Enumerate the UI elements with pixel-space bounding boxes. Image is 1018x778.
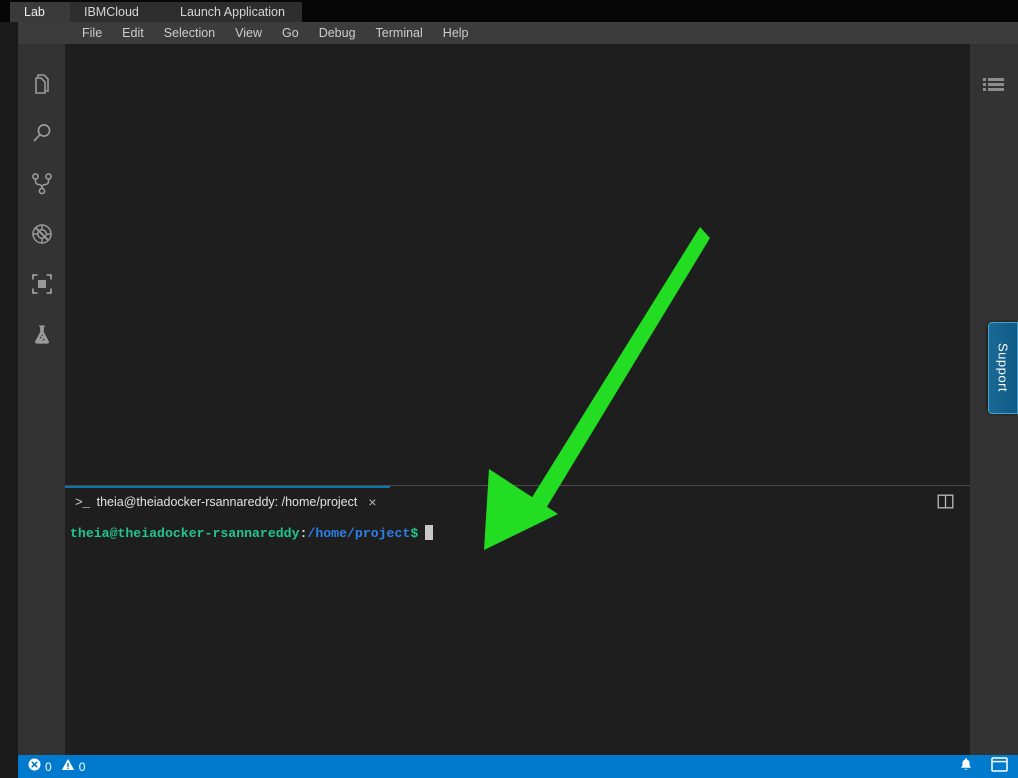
browser-tab-launch-application[interactable]: Launch Application [166,2,302,22]
menubar: File Edit Selection View Go Debug Termin… [18,22,1018,44]
sidebar-item-tests[interactable] [18,309,65,359]
files-explorer-icon [29,71,55,97]
split-terminal-button[interactable] [934,494,956,514]
support-tab-label: Support [995,343,1011,393]
beaker-test-icon [29,321,55,347]
terminal-prompt-icon: >_ [75,494,90,510]
status-problems[interactable]: 0 0 [28,758,85,776]
app-window: Lab IBMCloud Launch Application File Edi… [0,0,1018,778]
warning-count: 0 [78,759,86,774]
window-left-gutter [0,22,18,778]
outline-view-button[interactable] [980,74,1008,102]
menu-terminal[interactable]: Terminal [366,22,433,44]
terminal-output[interactable]: theia@theiadocker-rsannareddy:/home/proj… [65,516,970,756]
toggle-panel-icon[interactable] [991,756,1008,777]
sidebar-item-explorer[interactable] [18,59,65,109]
terminal-tab[interactable]: >_ theia@theiadocker-rsannareddy: /home/… [69,490,383,514]
browser-tab-label: IBMCloud [84,5,139,19]
terminal-tab-row: >_ theia@theiadocker-rsannareddy: /home/… [65,488,970,516]
browser-tab-label: Launch Application [180,5,285,19]
browser-tab-label: Lab [24,5,45,19]
menu-view[interactable]: View [225,22,272,44]
menubar-items: File Edit Selection View Go Debug Termin… [72,22,479,44]
tabstrip-left-gutter [0,0,10,22]
sidebar-item-search[interactable] [18,109,65,159]
terminal-tab-title: theia@theiadocker-rsannareddy: /home/pro… [96,495,358,509]
menu-debug[interactable]: Debug [309,22,366,44]
terminal-cursor [425,525,434,540]
menu-help[interactable]: Help [433,22,479,44]
terminal-panel: >_ theia@theiadocker-rsannareddy: /home/… [65,485,970,755]
support-tab-button[interactable]: Support [988,322,1018,414]
browser-tab-ibmcloud[interactable]: IBMCloud [70,2,166,22]
split-terminal-icon [937,494,954,514]
editor-area[interactable] [65,44,970,485]
notifications-bell-icon[interactable] [959,757,973,777]
extensions-icon [29,271,55,297]
menu-selection[interactable]: Selection [154,22,225,44]
status-bar: 0 0 [18,755,1018,778]
browser-tabstrip: Lab IBMCloud Launch Application [0,0,1018,22]
source-control-icon [29,171,55,197]
sidebar-item-source-control[interactable] [18,159,65,209]
menu-edit[interactable]: Edit [112,22,154,44]
error-count: 0 [45,759,52,774]
error-circle-icon [28,758,41,776]
sidebar-item-debug[interactable] [18,209,65,259]
menu-file[interactable]: File [72,22,112,44]
search-icon [29,121,55,147]
warning-triangle-icon [61,758,75,776]
sidebar-item-extensions[interactable] [18,259,65,309]
terminal-path: /home/project [307,526,411,541]
browser-tab-lab[interactable]: Lab [10,2,70,22]
menu-go[interactable]: Go [272,22,309,44]
terminal-dollar: $ [410,526,419,541]
close-icon[interactable]: × [368,495,376,509]
status-bar-left: 0 0 [28,755,85,778]
terminal-user-host: theia@theiadocker-rsannareddy [70,526,300,541]
status-bar-right [959,755,1008,778]
debug-disabled-icon [29,221,55,247]
outline-list-icon [982,76,1006,101]
activity-bar [18,44,65,755]
